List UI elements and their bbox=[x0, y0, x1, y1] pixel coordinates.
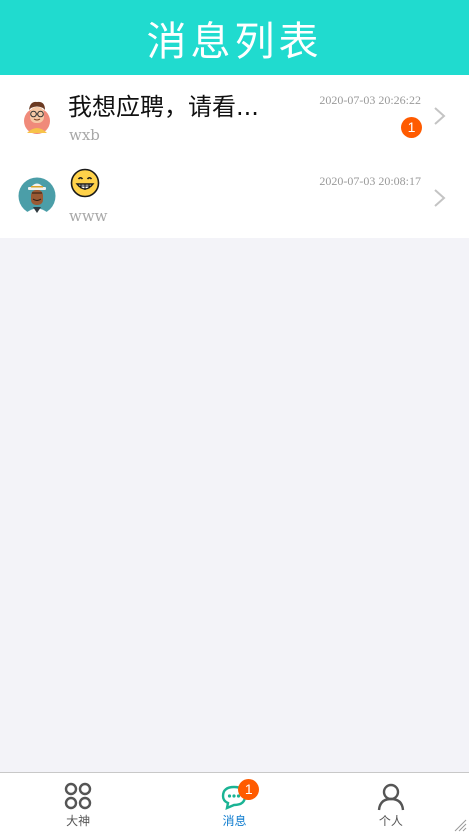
tab-profile[interactable]: 个人 bbox=[313, 773, 469, 834]
tab-label: 消息 bbox=[222, 814, 247, 828]
sender-name: www bbox=[69, 207, 108, 225]
chevron-right-icon bbox=[434, 107, 446, 125]
person-icon bbox=[377, 783, 405, 811]
resize-grip-icon[interactable] bbox=[453, 818, 467, 832]
conversation-item[interactable]: www 2020-07-03 20:08:17 bbox=[0, 156, 469, 238]
conversation-list: 我想应聘，请看... wxb 2020-07-03 20:26:22 1 www… bbox=[0, 75, 469, 238]
man-hat-avatar-icon bbox=[18, 177, 56, 215]
unread-badge: 1 bbox=[238, 779, 260, 800]
sender-name: wxb bbox=[69, 126, 100, 144]
app-header: 消息列表 bbox=[0, 0, 469, 75]
chevron-right-icon bbox=[434, 189, 446, 207]
message-preview: 我想应聘，请看... bbox=[68, 93, 259, 121]
man-glasses-avatar-icon bbox=[24, 101, 50, 134]
grid-icon bbox=[64, 782, 92, 810]
tab-label: 个人 bbox=[378, 814, 403, 828]
bottom-tab-bar: 大神 消息 1 个人 bbox=[0, 772, 469, 834]
conversation-item[interactable]: 我想应聘，请看... wxb 2020-07-03 20:26:22 1 bbox=[0, 75, 469, 156]
grinning-face-emoji-icon bbox=[70, 168, 100, 198]
message-time: 2020-07-03 20:26:22 bbox=[319, 93, 421, 107]
unread-badge: 1 bbox=[401, 117, 422, 138]
page-title: 消息列表 bbox=[146, 18, 323, 65]
tab-messages[interactable]: 消息 1 bbox=[156, 773, 312, 834]
tab-label: 大神 bbox=[66, 814, 91, 828]
message-time: 2020-07-03 20:08:17 bbox=[319, 174, 421, 188]
tab-dashen[interactable]: 大神 bbox=[0, 773, 156, 834]
